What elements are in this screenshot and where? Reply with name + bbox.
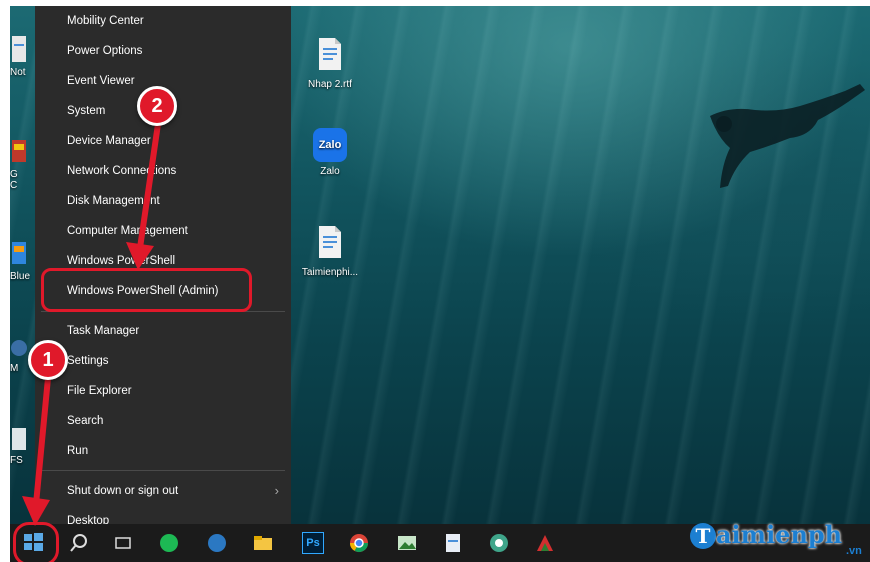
menu-item-shut-down[interactable]: Shut down or sign out ›: [35, 476, 291, 506]
menu-item-power-options[interactable]: Power Options: [35, 36, 291, 66]
menu-item-disk-management[interactable]: Disk Management: [35, 186, 291, 216]
chrome-icon[interactable]: [348, 532, 370, 554]
watermark-initial: T: [690, 523, 716, 549]
menu-item-device-manager[interactable]: Device Manager: [35, 126, 291, 156]
menu-item-run[interactable]: Run: [35, 436, 291, 466]
menu-item-mobility-center[interactable]: Mobility Center: [35, 6, 291, 36]
desktop-icon-partial[interactable]: Not: [10, 34, 34, 78]
diver-image: [710, 84, 865, 188]
document-icon: [319, 226, 341, 258]
app-icon: [12, 428, 26, 450]
desktop-icon-label: G: [10, 169, 18, 180]
menu-item-shut-down-label: Shut down or sign out: [67, 485, 179, 497]
app-icon[interactable]: [206, 532, 228, 554]
menu-item-computer-management[interactable]: Computer Management: [35, 216, 291, 246]
desktop-icon-partial[interactable]: FS: [10, 426, 34, 466]
zalo-icon: Zalo: [313, 128, 347, 162]
desktop-icon-label: Nhap 2.rtf: [308, 79, 352, 90]
desktop-icon-label: Zalo: [320, 166, 340, 177]
step-badge-2: 2: [137, 86, 177, 126]
desktop-icon-label: FS: [10, 455, 23, 466]
zalo-icon-text: Zalo: [318, 139, 342, 151]
refresh-icon[interactable]: [488, 532, 510, 554]
desktop-icon-label: C: [10, 180, 18, 191]
document-icon: [319, 38, 341, 70]
search-icon[interactable]: [68, 532, 90, 554]
menu-separator: [41, 470, 285, 471]
app-icon: [12, 140, 26, 162]
app-icon: [11, 340, 27, 356]
desktop-icon-partial[interactable]: G C: [10, 136, 34, 191]
desktop-icon-taimienphi[interactable]: Taimienphi...: [295, 224, 365, 278]
document-icon[interactable]: [442, 532, 464, 554]
watermark-text: aimienph: [716, 520, 843, 549]
spotify-icon[interactable]: [158, 532, 180, 554]
highlight-powershell-admin: [41, 268, 252, 312]
desktop-icon-zalo[interactable]: Zalo Zalo: [295, 128, 365, 177]
menu-item-task-manager[interactable]: Task Manager: [35, 316, 291, 346]
desktop-icon-partial[interactable]: Blue: [10, 238, 34, 282]
watermark-logo: Taimienph: [690, 520, 842, 549]
task-view-icon[interactable]: [112, 532, 134, 554]
document-icon: [12, 36, 26, 62]
image-icon[interactable]: [396, 532, 418, 554]
watermark-domain: .vn: [846, 545, 862, 557]
desktop-icon-label: Not: [10, 67, 26, 78]
desktop-icon-nhap[interactable]: Nhap 2.rtf: [295, 36, 365, 90]
menu-item-settings[interactable]: Settings: [35, 346, 291, 376]
menu-item-search[interactable]: Search: [35, 406, 291, 436]
highlight-start-button: [13, 522, 59, 562]
menu-item-file-explorer[interactable]: File Explorer: [35, 376, 291, 406]
desktop-icon-label: Blue: [10, 271, 31, 282]
chevron-right-icon: ›: [274, 483, 279, 498]
step-badge-1: 1: [28, 340, 68, 380]
photoshop-icon[interactable]: Ps: [302, 532, 324, 554]
photoshop-icon-label: Ps: [306, 537, 320, 549]
menu-item-network-connections[interactable]: Network Connections: [35, 156, 291, 186]
desktop-icon-label: Taimienphi...: [301, 267, 359, 278]
file-explorer-icon[interactable]: [252, 532, 274, 554]
app-icon: [12, 242, 26, 264]
desktop: Not G C Blue M FS Nhap 2.rtf Zalo Zalo T…: [10, 6, 870, 562]
app-icon[interactable]: [534, 532, 556, 554]
